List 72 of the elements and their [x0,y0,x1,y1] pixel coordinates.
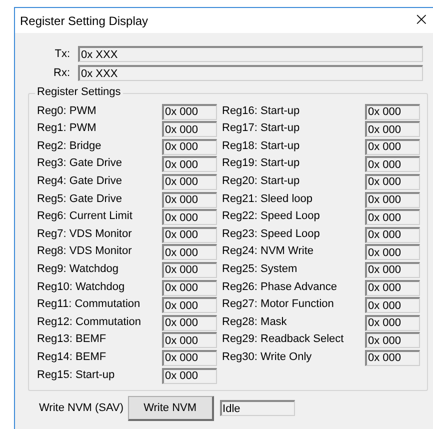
register-field[interactable]: 0x 000 [162,314,217,331]
register-field[interactable]: 0x 000 [162,174,217,190]
tx-field[interactable]: 0x XXX [78,46,423,62]
register-label: Reg4: Gate Drive [37,174,123,189]
register-label: Reg20: Start-up [222,174,301,189]
status-field[interactable]: Idle [220,400,295,416]
register-label: Reg12: Commutation [37,316,142,330]
register-field[interactable]: 0x 000 [365,226,420,243]
register-field[interactable]: 0x 000 [162,121,217,138]
register-label: Reg21: Sleed loop [222,192,314,207]
register-field[interactable]: 0x 000 [365,244,420,260]
register-label: Reg13: BEMF [37,333,108,348]
register-field[interactable]: 0x 000 [365,297,420,314]
register-field[interactable]: 0x 000 [162,209,217,226]
register-label: Reg25: System [222,262,298,277]
register-label: Reg9: Watchdog [37,262,120,277]
register-label: Reg19: Start-up [222,157,301,172]
register-label: Reg6: Current Limit [37,210,134,224]
register-field[interactable]: 0x 000 [365,209,420,226]
register-field[interactable]: 0x 000 [365,138,420,155]
tx-label: Tx: [54,48,70,60]
register-field[interactable]: 0x 000 [162,226,217,243]
rx-label: Rx: [52,67,70,79]
register-label: Reg8: VDS Monitor [37,245,133,260]
register-label: Reg18: Start-up [222,140,301,154]
register-label: Reg0: PWM [37,104,98,119]
register-label: Reg28: Mask [222,316,288,330]
rx-field[interactable]: 0x XXX [78,65,423,81]
register-field[interactable]: 0x 000 [365,104,420,120]
register-field[interactable]: 0x 000 [365,314,420,331]
register-field[interactable]: 0x 000 [365,280,420,296]
register-label: Reg27: Motor Function [222,298,335,312]
register-field[interactable]: 0x 000 [365,332,420,348]
register-label: Reg3: Gate Drive [37,157,123,172]
register-label: Reg24: NVM Write [222,245,314,260]
register-field[interactable]: 0x 000 [365,121,420,138]
register-field[interactable]: 0x 000 [365,262,420,278]
register-field[interactable]: 0x 000 [162,156,217,172]
write-nvm-label: Write NVM (SAV) [39,402,124,414]
register-label: Reg17: Start-up [222,122,301,136]
register-field[interactable]: 0x 000 [365,350,420,366]
register-label: Reg22: Speed Loop [222,210,321,224]
register-field[interactable]: 0x 000 [162,104,217,120]
register-field[interactable]: 0x 000 [162,192,217,208]
register-field[interactable]: 0x 000 [162,350,217,366]
register-field[interactable]: 0x 000 [162,262,217,278]
register-label: Reg30: Write Only [222,350,313,365]
register-field[interactable]: 0x 000 [162,297,217,314]
register-label: Reg2: Bridge [37,140,102,154]
register-label: Reg29: Readback Select [222,333,345,348]
register-field[interactable]: 0x 000 [162,332,217,348]
close-button[interactable]: × [410,10,433,30]
group-title: Register Settings [35,86,123,98]
register-label: Reg16: Start-up [222,104,301,119]
register-label: Reg15: Start-up [37,368,116,382]
register-label: Reg14: BEMF [37,350,108,365]
write-nvm-button[interactable]: Write NVM [128,396,214,420]
register-label: Reg7: VDS Monitor [37,228,133,242]
register-label: Reg10: Watchdog [37,280,126,295]
register-label: Reg11: Commutation [37,298,142,312]
window-title: Register Setting Display [20,14,148,28]
register-label: Reg5: Gate Drive [37,192,123,207]
register-field[interactable]: 0x 000 [162,244,217,260]
register-field[interactable]: 0x 000 [365,192,420,208]
register-label: Reg23: Speed Loop [222,228,321,242]
register-field[interactable]: 0x 000 [365,174,420,190]
register-field[interactable]: 0x 000 [162,368,217,384]
register-label: Reg1: PWM [37,122,98,136]
register-field[interactable]: 0x 000 [365,156,420,172]
register-label: Reg26: Phase Advance [222,280,338,295]
register-field[interactable]: 0x 000 [162,280,217,296]
register-field[interactable]: 0x 000 [162,138,217,155]
